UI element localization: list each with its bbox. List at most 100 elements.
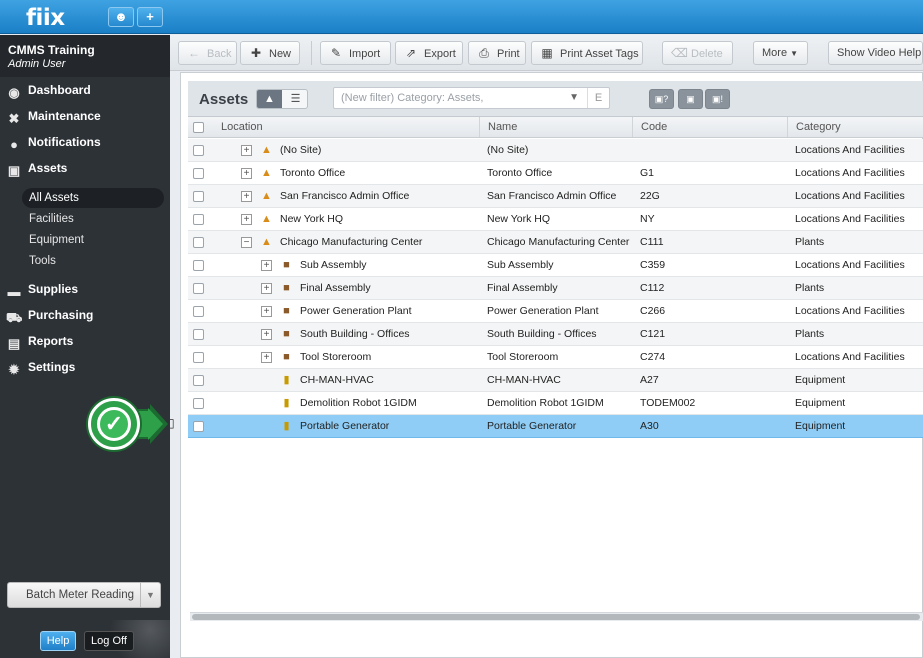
- collapse-icon[interactable]: −: [241, 237, 252, 248]
- row-checkbox[interactable]: [193, 283, 204, 294]
- truck-icon: ▬: [7, 284, 21, 299]
- log-off-button[interactable]: Log Off: [84, 631, 134, 651]
- expand-icon[interactable]: +: [261, 260, 272, 271]
- cell-location[interactable]: Toronto Office: [280, 162, 475, 184]
- expand-icon[interactable]: +: [261, 329, 272, 340]
- user-button[interactable]: ☻: [108, 7, 134, 27]
- sidebar-subitem-equipment[interactable]: Equipment: [28, 230, 163, 250]
- view-toggle[interactable]: ▲ ☰: [256, 89, 308, 109]
- expand-icon[interactable]: +: [261, 306, 272, 317]
- tree-view-icon[interactable]: ▲: [257, 90, 282, 108]
- cell-location[interactable]: Portable Generator: [300, 415, 475, 437]
- scrollbar-thumb[interactable]: [192, 614, 920, 620]
- row-checkbox[interactable]: [193, 237, 204, 248]
- expand-icon[interactable]: +: [241, 191, 252, 202]
- cell-location[interactable]: Final Assembly: [300, 277, 475, 299]
- cell-location[interactable]: Demolition Robot 1GIDM: [300, 392, 475, 414]
- filter-edit-button[interactable]: E: [587, 88, 609, 108]
- print-button[interactable]: ⎙ Print: [468, 41, 526, 65]
- row-checkbox[interactable]: [193, 352, 204, 363]
- table-row[interactable]: + ■ Final Assembly Final Assembly C112 Plants: [188, 277, 923, 300]
- row-checkbox[interactable]: [193, 260, 204, 271]
- export-button[interactable]: ⇗ Export: [395, 41, 463, 65]
- new-button[interactable]: ✚ New: [240, 41, 300, 65]
- column-header-code[interactable]: Code: [632, 117, 788, 137]
- column-header-location[interactable]: Location: [213, 117, 480, 137]
- cell-location[interactable]: Chicago Manufacturing Center: [280, 231, 475, 253]
- more-button[interactable]: More ▼: [753, 41, 808, 65]
- table-row[interactable]: + ■ South Building - Offices South Building…: [188, 323, 923, 346]
- cell-name: South Building - Offices: [487, 328, 597, 340]
- row-checkbox[interactable]: [193, 398, 204, 409]
- expand-icon[interactable]: +: [241, 145, 252, 156]
- sidebar-item-assets[interactable]: ▣ Assets: [6, 157, 166, 179]
- row-checkbox[interactable]: [193, 329, 204, 340]
- chevron-down-icon[interactable]: ▼: [140, 583, 160, 607]
- table-row[interactable]: + ■ Power Generation Plant Power Generation…: [188, 300, 923, 323]
- horizontal-scrollbar[interactable]: [190, 612, 923, 621]
- table-row[interactable]: − ▲ Chicago Manufacturing Center Chicago Ma…: [188, 231, 923, 254]
- cell-location[interactable]: (No Site): [280, 139, 475, 161]
- table-row[interactable]: ▮ Portable Generator Portable Generator A30…: [188, 415, 923, 438]
- cell-location[interactable]: Tool Storeroom: [300, 346, 475, 368]
- cell-location[interactable]: CH-MAN-HVAC: [300, 369, 475, 391]
- new-icon: ✚: [250, 46, 262, 60]
- sidebar-item-dashboard[interactable]: ◉ Dashboard: [6, 79, 166, 101]
- cell-location[interactable]: New York HQ: [280, 208, 475, 230]
- back-button[interactable]: ← Back: [178, 41, 237, 65]
- row-checkbox[interactable]: [193, 375, 204, 386]
- sidebar-item-purchasing[interactable]: ⛟ Purchasing: [6, 304, 166, 326]
- table-row[interactable]: + ▲ (No Site) (No Site) Locations And Facili…: [188, 139, 923, 162]
- sidebar-item-maintenance[interactable]: ✖ Maintenance: [6, 105, 166, 127]
- delete-button[interactable]: ⌫ Delete: [662, 41, 733, 65]
- sidebar-subitem-facilities[interactable]: Facilities: [28, 209, 163, 229]
- expand-icon[interactable]: +: [261, 283, 272, 294]
- import-button[interactable]: ✎ Import: [320, 41, 391, 65]
- sidebar-item-reports[interactable]: ▤ Reports: [6, 330, 166, 352]
- sidebar-item-supplies[interactable]: ▬ Supplies: [6, 278, 166, 300]
- row-checkbox[interactable]: [193, 191, 204, 202]
- row-checkbox[interactable]: [193, 306, 204, 317]
- add-button[interactable]: +: [137, 7, 163, 27]
- list-view-icon[interactable]: ☰: [283, 90, 308, 108]
- asset-help-button[interactable]: ▣?: [649, 89, 674, 109]
- cell-category: Equipment: [795, 397, 846, 409]
- cell-location[interactable]: South Building - Offices: [300, 323, 475, 345]
- cell-location[interactable]: San Francisco Admin Office: [280, 185, 475, 207]
- chevron-down-icon[interactable]: ▼: [569, 88, 579, 108]
- table-row[interactable]: + ▲ San Francisco Admin Office San Francisc…: [188, 185, 923, 208]
- cell-location[interactable]: Sub Assembly: [300, 254, 475, 276]
- batch-meter-reading-button[interactable]: Batch Meter Reading ▼: [7, 582, 161, 608]
- row-checkbox[interactable]: [193, 145, 204, 156]
- table-row[interactable]: + ■ Tool Storeroom Tool Storeroom C274 Locati…: [188, 346, 923, 369]
- filter-input[interactable]: (New filter) Category: Assets, ▼ E: [333, 87, 610, 109]
- table-row[interactable]: ▮ Demolition Robot 1GIDM Demolition Robot …: [188, 392, 923, 415]
- expand-icon[interactable]: +: [241, 168, 252, 179]
- table-row[interactable]: + ▲ Toronto Office Toronto Office G1 Location…: [188, 162, 923, 185]
- fiix-logo[interactable]: fiix: [26, 5, 65, 31]
- column-header-name[interactable]: Name: [479, 117, 632, 137]
- help-button[interactable]: Help: [40, 631, 76, 651]
- show-video-help-button[interactable]: Show Video Help: [828, 41, 923, 65]
- select-all-checkbox[interactable]: [193, 122, 204, 133]
- sidebar-item-notifications[interactable]: ● Notifications: [6, 131, 166, 153]
- table-row[interactable]: ▮ CH-MAN-HVAC CH-MAN-HVAC A27 Equipment: [188, 369, 923, 392]
- row-checkbox[interactable]: [193, 168, 204, 179]
- table-row[interactable]: + ■ Sub Assembly Sub Assembly C359 Locations …: [188, 254, 923, 277]
- site-icon: ▲: [261, 236, 272, 248]
- expand-icon[interactable]: +: [241, 214, 252, 225]
- clipboard-icon[interactable]: ▯: [168, 416, 180, 430]
- sidebar-item-settings[interactable]: ✹ Settings: [6, 356, 166, 378]
- sidebar-subitem-all-assets[interactable]: All Assets: [22, 188, 164, 208]
- table-header: Location Name Code Category: [188, 117, 923, 138]
- column-header-category[interactable]: Category: [787, 117, 923, 137]
- asset-alert-button[interactable]: ▣!: [705, 89, 730, 109]
- row-checkbox[interactable]: [193, 214, 204, 225]
- asset-move-button[interactable]: ▣: [678, 89, 703, 109]
- table-row[interactable]: + ▲ New York HQ New York HQ NY Locations And …: [188, 208, 923, 231]
- print-asset-tags-button[interactable]: ▦ Print Asset Tags: [531, 41, 643, 65]
- row-checkbox[interactable]: [193, 421, 204, 432]
- sidebar-subitem-tools[interactable]: Tools: [28, 251, 163, 271]
- expand-icon[interactable]: +: [261, 352, 272, 363]
- cell-location[interactable]: Power Generation Plant: [300, 300, 475, 322]
